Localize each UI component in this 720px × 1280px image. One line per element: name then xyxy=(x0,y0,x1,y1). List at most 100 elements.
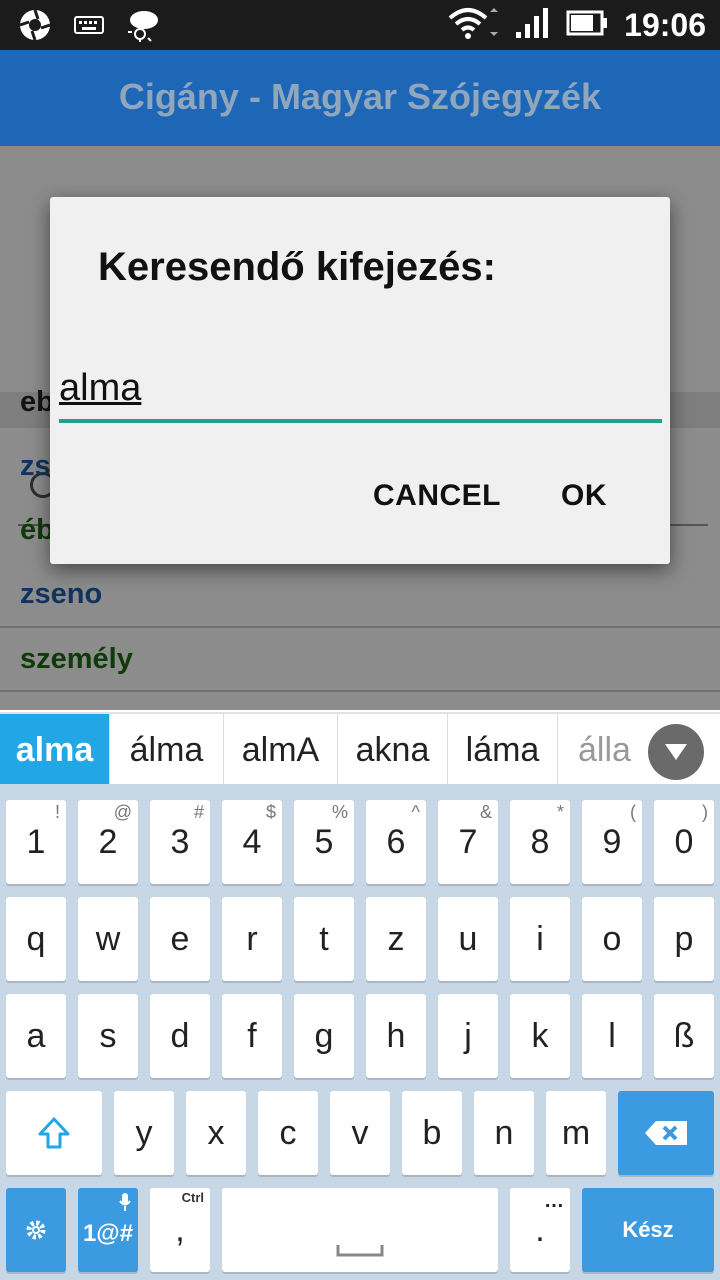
key-alt: * xyxy=(556,802,564,822)
suggestion-item[interactable]: álla xyxy=(558,714,648,786)
symbols-key[interactable]: 1@# xyxy=(78,1188,138,1272)
key-x[interactable]: x xyxy=(186,1091,246,1175)
key-v[interactable]: v xyxy=(330,1091,390,1175)
microphone-icon xyxy=(119,1193,131,1211)
key-1[interactable]: 1! xyxy=(6,800,66,884)
suggestion-item[interactable]: alma xyxy=(0,714,110,786)
key-z[interactable]: z xyxy=(366,897,426,981)
key-b[interactable]: b xyxy=(402,1091,462,1175)
space-key[interactable] xyxy=(222,1188,498,1272)
shift-icon xyxy=(38,1117,70,1149)
clock: 19:06 xyxy=(624,7,706,43)
key-q[interactable]: q xyxy=(6,897,66,981)
comma-label: , xyxy=(175,1210,185,1249)
key-9[interactable]: 9( xyxy=(582,800,642,884)
search-input-value[interactable]: alma xyxy=(59,367,141,410)
key-g[interactable]: g xyxy=(294,994,354,1078)
period-key[interactable]: . … xyxy=(510,1188,570,1272)
key-l[interactable]: l xyxy=(582,994,642,1078)
key-label: 3 xyxy=(170,822,190,861)
key-f[interactable]: f xyxy=(222,994,282,1078)
key-label: 1 xyxy=(26,822,46,861)
key-k[interactable]: k xyxy=(510,994,570,1078)
key-r[interactable]: r xyxy=(222,897,282,981)
suggestion-item[interactable]: akna xyxy=(338,714,448,786)
key-4[interactable]: 4 $ xyxy=(222,800,282,884)
key-label: 0 xyxy=(674,822,694,861)
key-label: 2 xyxy=(98,822,118,861)
dialog-title: Keresendő kifejezés: xyxy=(98,245,496,289)
key-alt: ) xyxy=(702,802,708,822)
search-input[interactable]: alma xyxy=(59,359,662,423)
ok-button[interactable]: OK xyxy=(561,479,607,513)
app-title: Cigány - Magyar Szójegyzék xyxy=(118,76,602,117)
key-n[interactable]: n xyxy=(474,1091,534,1175)
comma-key[interactable]: , Ctrl xyxy=(150,1188,210,1272)
key-alt: # xyxy=(193,802,204,822)
key-h[interactable]: h xyxy=(366,994,426,1078)
key-t[interactable]: t xyxy=(294,897,354,981)
key-alt: ! xyxy=(54,802,60,822)
key-alt: $ xyxy=(265,802,276,822)
key-8[interactable]: 8 * xyxy=(510,800,570,884)
key-u[interactable]: u xyxy=(438,897,498,981)
suggestion-item[interactable]: láma xyxy=(448,714,558,786)
cancel-button[interactable]: CANCEL xyxy=(373,479,501,513)
key-eszett[interactable]: ß xyxy=(654,994,714,1078)
key-3[interactable]: 3 # xyxy=(150,800,210,884)
period-label: . xyxy=(535,1210,545,1249)
key-j[interactable]: j xyxy=(438,994,498,1078)
battery-icon xyxy=(566,9,608,42)
weather-icon xyxy=(126,8,162,47)
suggestion-item[interactable]: almA xyxy=(224,714,338,786)
key-alt: % xyxy=(331,802,348,822)
ellipsis-label: … xyxy=(544,1190,564,1212)
backspace-key[interactable] xyxy=(618,1091,714,1175)
key-w[interactable]: w xyxy=(78,897,138,981)
key-a[interactable]: a xyxy=(6,994,66,1078)
settings-key[interactable] xyxy=(6,1188,66,1272)
key-6[interactable]: 6 ^ xyxy=(366,800,426,884)
keyboard-icon xyxy=(74,15,104,40)
status-bar: 19:06 xyxy=(0,0,720,50)
ctrl-label: Ctrl xyxy=(181,1190,204,1205)
search-dialog: Keresendő kifejezés: alma CANCEL OK xyxy=(50,197,670,564)
key-label: 6 xyxy=(386,822,406,861)
key-c[interactable]: c xyxy=(258,1091,318,1175)
key-0[interactable]: 0) xyxy=(654,800,714,884)
key-o[interactable]: o xyxy=(582,897,642,981)
done-key[interactable]: Kész xyxy=(582,1188,714,1272)
key-e[interactable]: e xyxy=(150,897,210,981)
key-label: 9 xyxy=(602,822,622,861)
key-i[interactable]: i xyxy=(510,897,570,981)
key-d[interactable]: d xyxy=(150,994,210,1078)
input-underline xyxy=(59,419,662,423)
key-alt: ( xyxy=(630,802,636,822)
key-5[interactable]: 5% xyxy=(294,800,354,884)
key-s[interactable]: s xyxy=(78,994,138,1078)
shift-key[interactable] xyxy=(6,1091,102,1175)
key-p[interactable]: p xyxy=(654,897,714,981)
key-label: 8 xyxy=(530,822,550,861)
key-y[interactable]: y xyxy=(114,1091,174,1175)
key-m[interactable]: m xyxy=(546,1091,606,1175)
wifi-icon xyxy=(448,6,499,45)
key-7[interactable]: 7 & xyxy=(438,800,498,884)
chevron-down-icon[interactable] xyxy=(648,724,704,780)
space-icon xyxy=(336,1245,384,1257)
app-bar: Cigány - Magyar Szójegyzék xyxy=(0,50,720,146)
key-alt: ^ xyxy=(411,802,420,822)
keyboard: 1! 2 @ 3 # 4 $ 5% 6 ^ 7 & 8 * 9( 0) q w e r t … xyxy=(0,784,720,1280)
symbols-label: 1@# xyxy=(82,1220,134,1247)
key-2[interactable]: 2 @ xyxy=(78,800,138,884)
signal-icon xyxy=(514,6,550,45)
gear-icon xyxy=(26,1220,46,1240)
key-alt: & xyxy=(479,802,492,822)
suggestion-item[interactable]: álma xyxy=(110,714,224,786)
suggestion-bar: alma álma almA akna láma álla xyxy=(0,712,720,786)
backspace-icon xyxy=(645,1121,687,1145)
aperture-icon xyxy=(18,8,52,47)
key-alt: @ xyxy=(113,802,132,822)
key-label: 4 xyxy=(242,822,262,861)
key-label: 7 xyxy=(458,822,478,861)
